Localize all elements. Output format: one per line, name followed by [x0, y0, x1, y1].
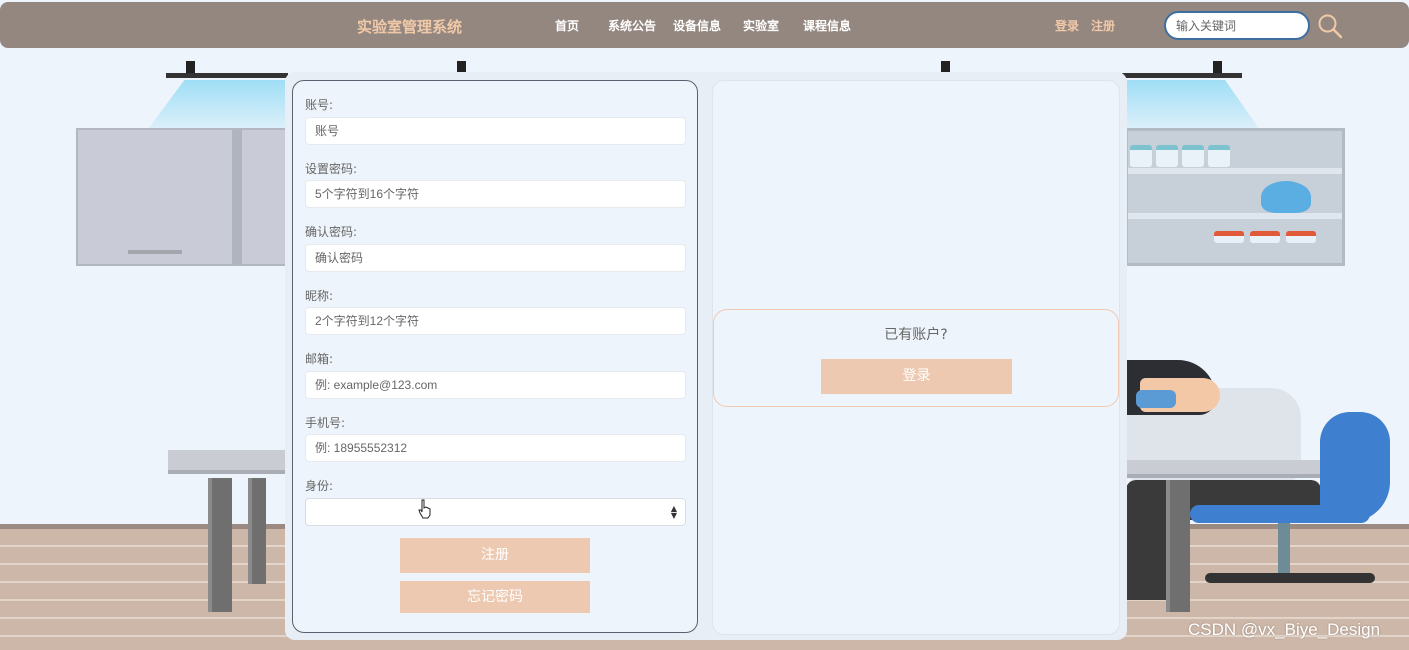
login-prompt-box: 已有账户? 登录 — [713, 309, 1119, 407]
ceiling-lamp-right — [1122, 73, 1242, 78]
phone-input[interactable] — [305, 434, 686, 462]
lab-table-right — [1126, 460, 1346, 478]
nav-home[interactable]: 首页 — [555, 17, 579, 34]
lamp-stem-right — [1213, 61, 1222, 73]
hand-cursor-icon — [418, 499, 431, 519]
email-label: 邮箱: — [305, 352, 334, 366]
nav-courses[interactable]: 课程信息 — [803, 17, 851, 34]
role-label: 身份: — [305, 479, 334, 493]
email-input[interactable] — [305, 371, 686, 399]
account-input[interactable] — [305, 117, 686, 145]
lamp-stem-left — [186, 61, 195, 73]
wall-cabinet — [76, 128, 288, 266]
nickname-label: 昵称: — [305, 289, 334, 303]
site-title: 实验室管理系统 — [357, 18, 463, 36]
password-label: 设置密码: — [305, 162, 358, 176]
table-leg — [208, 478, 232, 612]
sample-box-icon — [1286, 231, 1316, 243]
nav-register-link[interactable]: 注册 — [1091, 17, 1115, 34]
login-button[interactable]: 登录 — [821, 359, 1012, 394]
shelf-board — [1128, 213, 1342, 219]
role-select[interactable]: ▲ ▼ — [305, 498, 686, 526]
jar-icon — [1130, 145, 1152, 167]
flask-icon — [1261, 181, 1311, 213]
nav-equipment[interactable]: 设备信息 — [673, 17, 721, 34]
confirm-password-input[interactable] — [305, 244, 686, 272]
jar-icon — [1208, 145, 1230, 167]
lab-table-left — [168, 450, 290, 474]
select-arrows-icon: ▲ ▼ — [670, 504, 677, 520]
nav-login-link[interactable]: 登录 — [1055, 17, 1079, 34]
search-icon[interactable] — [1317, 13, 1343, 39]
shelf-board — [1128, 168, 1342, 174]
password-input[interactable] — [305, 180, 686, 208]
top-navbar: 实验室管理系统 首页 系统公告 设备信息 实验室 课程信息 登录 注册 — [0, 2, 1409, 48]
nickname-input[interactable] — [305, 307, 686, 335]
ceiling-lamp-left — [166, 73, 288, 78]
sample-box-icon — [1214, 231, 1244, 243]
chair-base — [1205, 573, 1375, 583]
lab-shelf — [1125, 128, 1345, 266]
confirm-password-label: 确认密码: — [305, 225, 358, 239]
account-label: 账号: — [305, 98, 334, 112]
nav-announcements[interactable]: 系统公告 — [608, 17, 656, 34]
search-input[interactable] — [1164, 11, 1310, 40]
cabinet-seam — [232, 130, 242, 264]
watermark-text: CSDN @vx_Biye_Design — [1188, 620, 1381, 639]
jar-icon — [1182, 145, 1204, 167]
table-leg — [248, 478, 266, 584]
register-button[interactable]: 注册 — [400, 538, 590, 573]
sample-box-icon — [1250, 231, 1280, 243]
cabinet-handle — [128, 250, 182, 254]
table-leg — [1166, 480, 1190, 612]
register-panel: 账号: 设置密码: 确认密码: 昵称: 邮箱: 手机号: 身份: ▲▼ 注册 忘… — [292, 80, 698, 633]
jar-icon — [1156, 145, 1178, 167]
nav-laboratory[interactable]: 实验室 — [743, 17, 779, 34]
login-panel: 已有账户? 登录 — [712, 80, 1120, 635]
phone-label: 手机号: — [305, 416, 346, 430]
chair-pole — [1278, 523, 1290, 573]
forgot-password-button[interactable]: 忘记密码 — [400, 581, 590, 613]
face-mask-icon — [1136, 390, 1176, 408]
chair-seat — [1190, 505, 1370, 523]
have-account-text: 已有账户? — [884, 327, 948, 343]
